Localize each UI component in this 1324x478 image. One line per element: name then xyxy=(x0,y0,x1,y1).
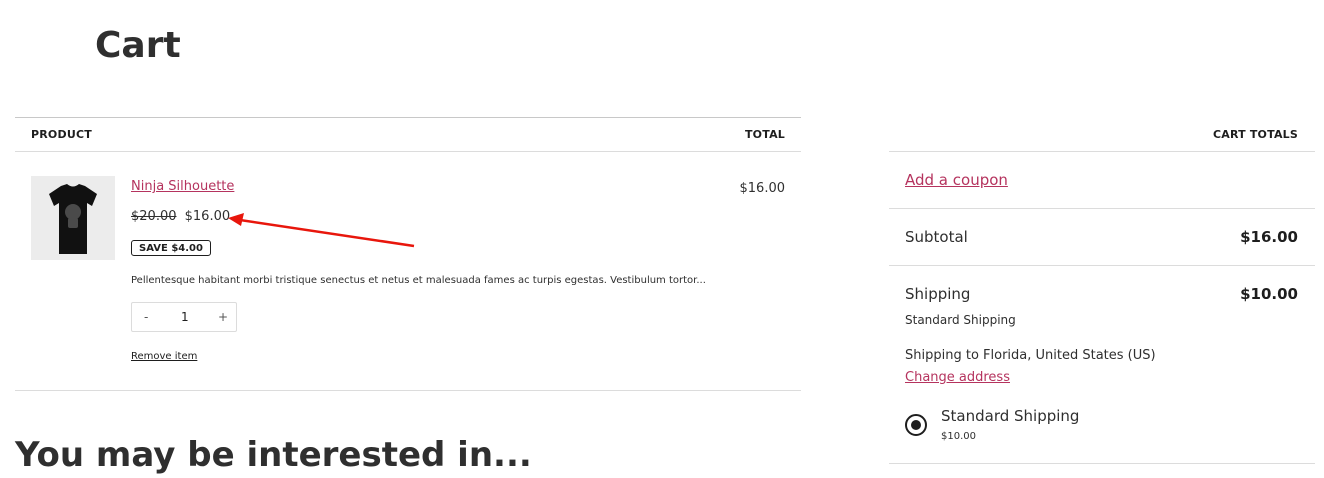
save-badge: SAVE $4.00 xyxy=(131,240,211,256)
quantity-input[interactable]: 1 xyxy=(181,310,189,324)
shipping-divider xyxy=(889,463,1315,464)
regular-price: $20.00 xyxy=(131,209,177,224)
subtotal-label: Subtotal xyxy=(905,228,968,246)
coupon-divider xyxy=(889,208,1315,209)
subtotal-divider xyxy=(889,265,1315,266)
shipping-label: Shipping xyxy=(905,285,971,303)
change-address-link[interactable]: Change address xyxy=(905,370,1010,385)
table-bottom-divider xyxy=(15,390,801,391)
product-name-link[interactable]: Ninja Silhouette xyxy=(131,179,234,194)
remove-item-link[interactable]: Remove item xyxy=(131,351,197,362)
product-thumbnail[interactable] xyxy=(31,176,115,260)
line-total: $16.00 xyxy=(739,181,786,196)
page-title: Cart xyxy=(95,25,181,66)
tshirt-icon xyxy=(49,184,97,254)
shipping-method: Standard Shipping xyxy=(905,313,1016,327)
quantity-increase-button[interactable]: + xyxy=(218,310,228,324)
shipping-option-label[interactable]: Standard Shipping xyxy=(941,407,1079,425)
cart-totals-heading: CART TOTALS xyxy=(1212,128,1298,141)
shipping-option-radio[interactable] xyxy=(905,414,927,436)
cross-sells-heading: You may be interested in... xyxy=(15,435,532,475)
column-header-product: PRODUCT xyxy=(31,128,92,141)
quantity-decrease-button[interactable]: - xyxy=(144,310,148,324)
shipping-destination: Shipping to Florida, United States (US) xyxy=(905,348,1156,363)
shipping-option-price: $10.00 xyxy=(941,431,976,442)
column-header-total: TOTAL xyxy=(744,128,785,141)
table-top-divider xyxy=(15,117,801,118)
product-description: Pellentesque habitant morbi tristique se… xyxy=(131,275,706,286)
totals-header-divider xyxy=(889,151,1315,152)
price-block: $20.00 $16.00 xyxy=(131,209,230,224)
annotation-arrow-icon xyxy=(228,213,415,248)
shipping-value: $10.00 xyxy=(1240,285,1298,303)
add-coupon-link[interactable]: Add a coupon xyxy=(905,171,1008,189)
subtotal-value: $16.00 xyxy=(1240,228,1298,246)
quantity-stepper: - 1 + xyxy=(131,302,237,332)
